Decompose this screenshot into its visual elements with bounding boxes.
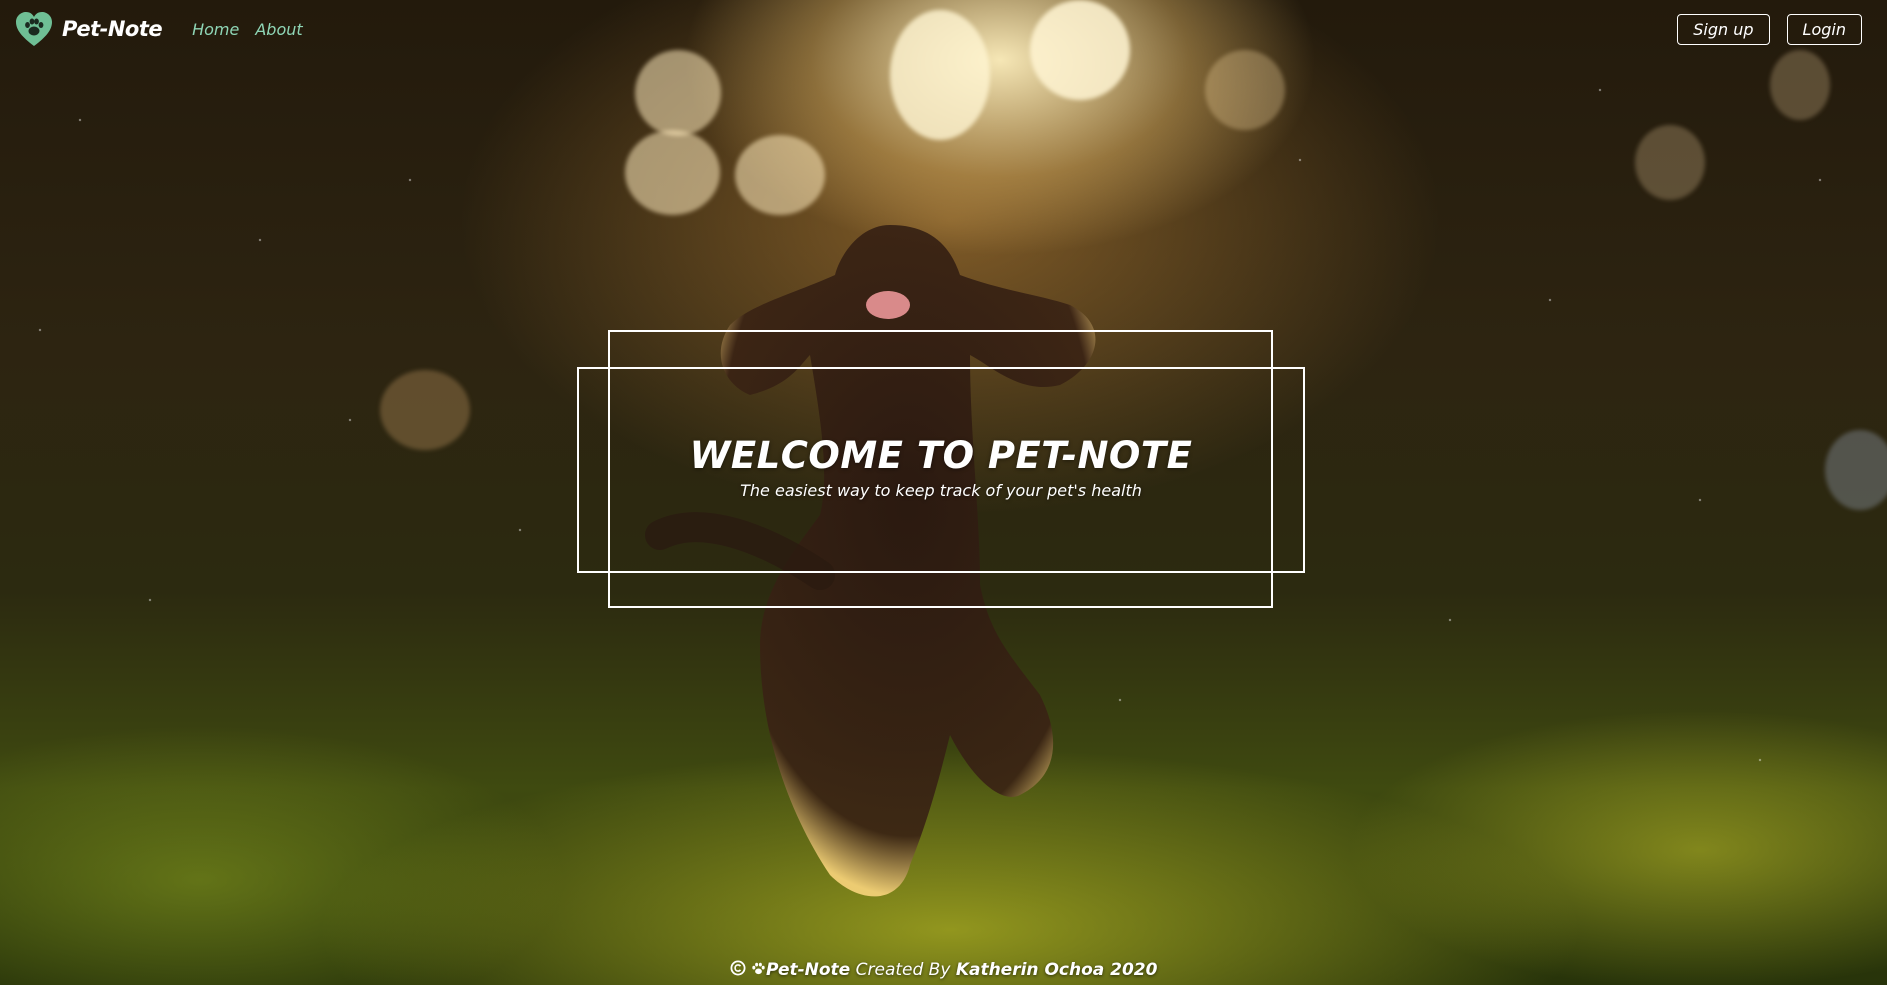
brand-name: Pet-Note	[62, 17, 163, 41]
signup-button[interactable]: Sign up	[1677, 13, 1770, 45]
nav-actions: Sign up Login	[1677, 13, 1862, 45]
nav-link-about[interactable]: About	[255, 20, 302, 39]
hero-content: WELCOME TO PET-NOTE The easiest way to k…	[577, 434, 1305, 500]
footer-author: Katherin Ochoa 2020	[955, 960, 1158, 980]
top-navbar: Pet-Note Home About Sign up Login	[0, 0, 1887, 58]
nav-links: Home About	[192, 20, 303, 39]
hero-title: WELCOME TO PET-NOTE	[689, 434, 1193, 477]
login-button[interactable]: Login	[1786, 13, 1862, 45]
brand-link[interactable]: Pet-Note	[14, 9, 163, 49]
hero-subtitle: The easiest way to keep track of your pe…	[740, 481, 1142, 500]
footer-created-by: Created By	[855, 960, 951, 980]
page-footer: Pet-Note Created By Katherin Ochoa 2020	[0, 960, 1887, 981]
heart-paw-icon	[14, 9, 54, 49]
copyright-icon	[730, 960, 746, 981]
paw-icon	[751, 961, 766, 981]
nav-link-home[interactable]: Home	[192, 20, 239, 39]
footer-brand: Pet-Note	[765, 960, 851, 980]
